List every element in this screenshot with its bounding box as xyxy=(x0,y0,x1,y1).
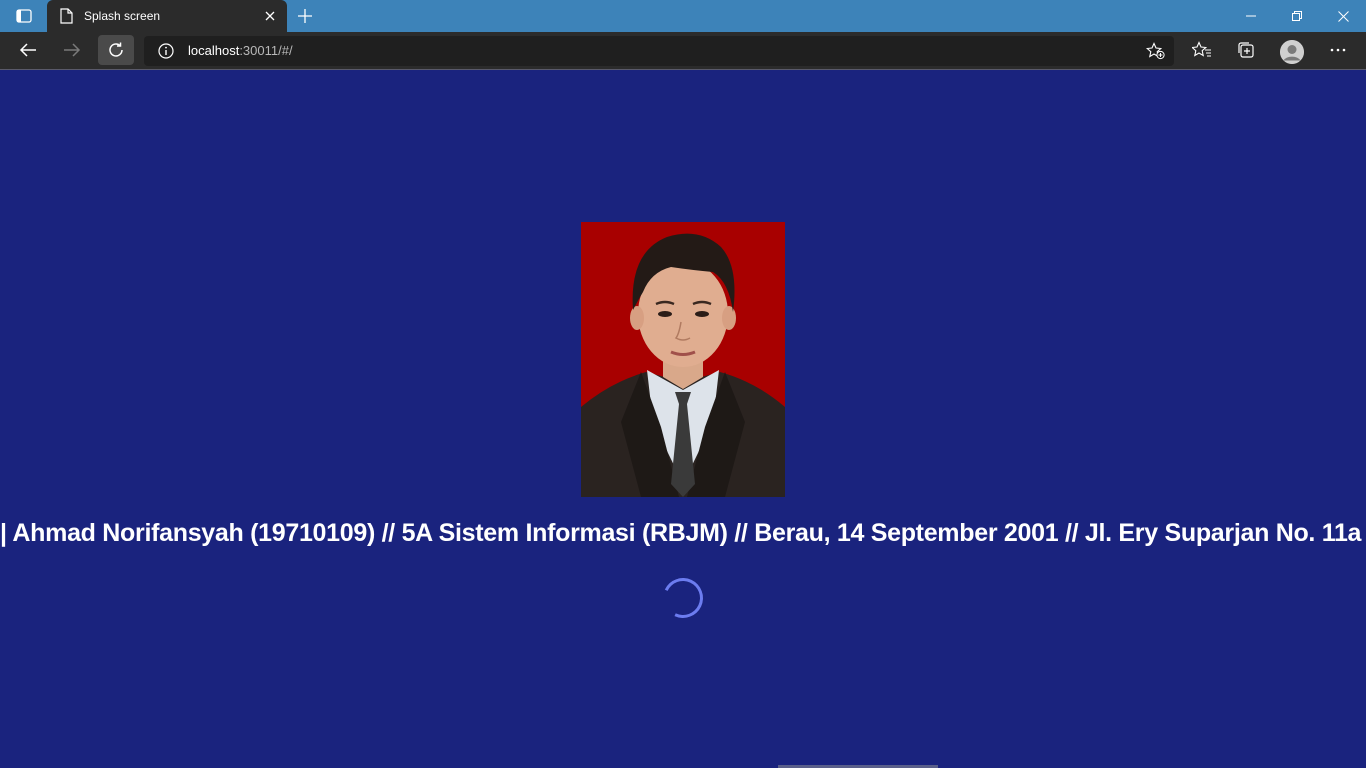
favorites-button[interactable] xyxy=(1184,35,1220,65)
student-info-text: | Ahmad Norifansyah (19710109) // 5A Sis… xyxy=(0,519,1366,547)
back-arrow-icon xyxy=(19,43,36,57)
browser-toolbar: localhost:30011/#/ xyxy=(0,32,1366,70)
loading-spinner xyxy=(657,572,709,624)
back-button[interactable] xyxy=(10,35,46,65)
url-text: localhost:30011/#/ xyxy=(188,43,293,58)
add-favorite-icon[interactable] xyxy=(1146,42,1166,60)
collections-button[interactable] xyxy=(1228,35,1264,65)
favorites-icon xyxy=(1192,41,1211,57)
forward-button[interactable] xyxy=(54,35,90,65)
minimize-button[interactable] xyxy=(1228,0,1274,32)
toolbar-divider xyxy=(0,69,1366,70)
forward-arrow-icon xyxy=(64,43,81,57)
url-host: localhost xyxy=(188,43,240,58)
restore-icon xyxy=(1292,11,1302,21)
new-tab-button[interactable] xyxy=(293,4,317,28)
address-bar[interactable]: localhost:30011/#/ xyxy=(144,36,1174,66)
url-path: :30011/#/ xyxy=(239,43,293,58)
more-button[interactable] xyxy=(1320,35,1356,65)
profile-photo xyxy=(581,222,785,497)
close-window-icon xyxy=(1337,10,1349,22)
active-tab[interactable]: Splash screen xyxy=(47,0,287,32)
restore-button[interactable] xyxy=(1274,0,1320,32)
collections-icon xyxy=(1238,42,1254,58)
more-icon xyxy=(1330,48,1346,52)
plus-icon xyxy=(298,9,312,23)
page-icon xyxy=(59,8,75,24)
refresh-icon xyxy=(109,42,123,57)
profile-icon xyxy=(1280,40,1304,64)
tab-actions-button[interactable] xyxy=(10,6,38,26)
tab-title: Splash screen xyxy=(84,9,161,23)
close-icon xyxy=(265,11,275,21)
close-tab-button[interactable] xyxy=(259,5,281,27)
minimize-icon xyxy=(1246,15,1256,17)
profile-button[interactable] xyxy=(1280,40,1304,64)
title-bar: Splash screen xyxy=(0,0,1366,32)
close-window-button[interactable] xyxy=(1320,0,1366,32)
tab-actions-icon xyxy=(16,9,32,23)
refresh-button[interactable] xyxy=(98,35,134,65)
info-icon[interactable] xyxy=(158,43,174,59)
